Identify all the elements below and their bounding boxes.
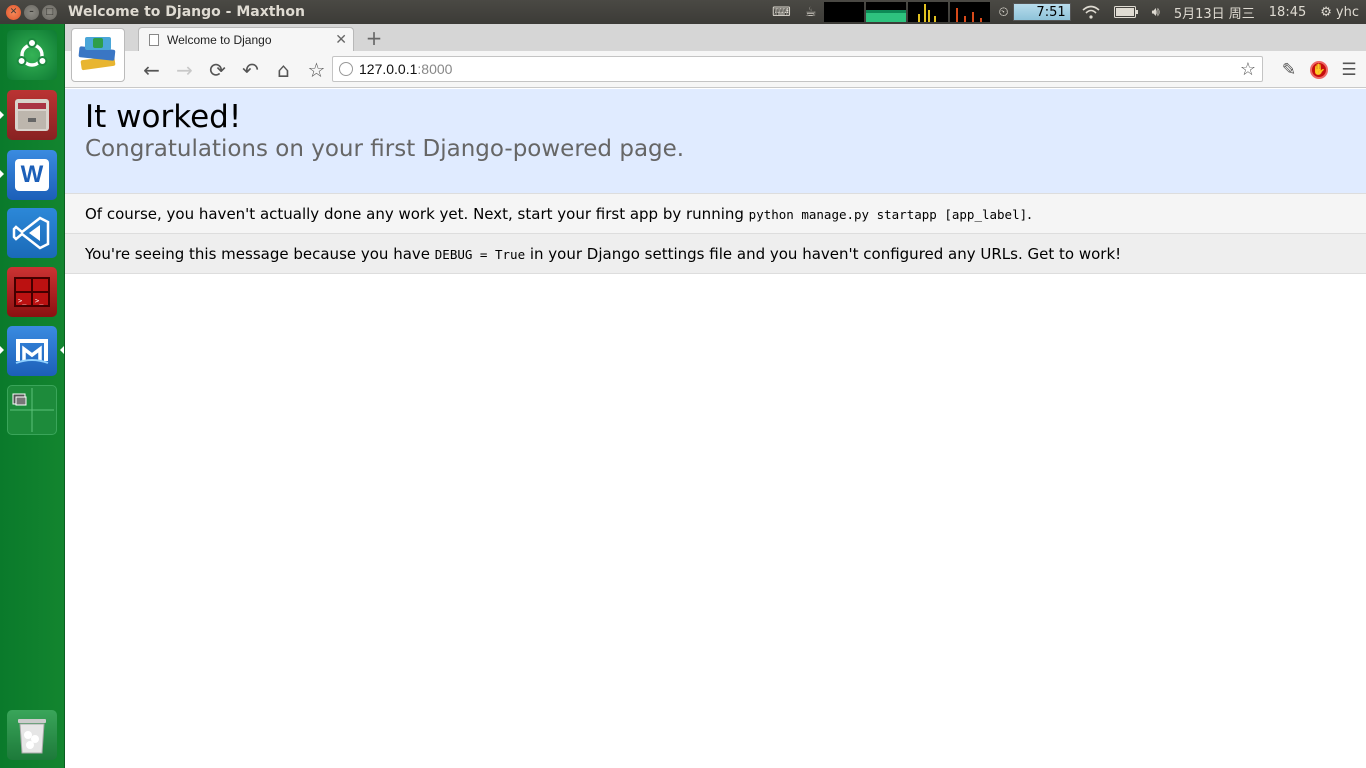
terminator-icon[interactable]: >_ >_	[7, 267, 57, 317]
running-indicator	[0, 346, 4, 354]
nav-buttons: ← → ⟳ ↶ ⌂ ☆	[135, 51, 333, 88]
cpu-monitor-graph[interactable]	[824, 2, 865, 22]
instructions-message: Of course, you haven't actually done any…	[65, 194, 1366, 234]
files-icon[interactable]	[7, 90, 57, 140]
page-heading: It worked!	[85, 99, 242, 135]
visual-studio-code-icon[interactable]	[7, 208, 57, 258]
page-icon	[149, 33, 159, 46]
tab-title: Welcome to Django	[167, 32, 272, 47]
navigation-toolbar: ← → ⟳ ↶ ⌂ ☆ 127.0.0.1 :8000 ☆ ✎ ✋ ☰	[65, 51, 1366, 88]
page-content: It worked! Congratulations on your first…	[65, 89, 1366, 768]
bookmark-star-icon[interactable]: ☆	[1240, 59, 1256, 80]
battery-icon[interactable]	[1113, 6, 1138, 18]
wifi-icon[interactable]	[1082, 5, 1100, 19]
session-menu[interactable]: ⚙ yhc	[1320, 5, 1359, 20]
favorites-star-icon[interactable]: ☆	[300, 55, 333, 85]
instructions-text: Of course, you haven't actually done any…	[85, 205, 749, 223]
minimize-window-button[interactable]: –	[24, 4, 39, 20]
menu-hamburger-icon[interactable]: ☰	[1338, 59, 1360, 81]
startapp-command: python manage.py startapp [app_label]	[748, 207, 1028, 222]
volume-icon[interactable]: 🔊︎	[1152, 5, 1160, 20]
explanation-text-a: You're seeing this message because you h…	[85, 245, 435, 263]
explanation-message: You're seeing this message because you h…	[65, 234, 1366, 274]
timer-value: 7:51	[1012, 3, 1071, 21]
date-label[interactable]: 5月13日 周三	[1174, 3, 1255, 22]
undo-close-tab-icon[interactable]: ↶	[234, 55, 267, 85]
disk-monitor-graph[interactable]	[950, 2, 991, 22]
home-icon[interactable]: ⌂	[267, 55, 300, 85]
top-panel: ✕ – □ Welcome to Django - Maxthon ⌨ ☕ ⏲ …	[0, 0, 1366, 24]
system-tray: ⌨ ☕ ⏲ 7:51 🔊︎ 5月13日 周三 18:45 ⚙ yhc	[765, 0, 1366, 24]
running-indicator	[0, 111, 4, 119]
timer-indicator[interactable]: ⏲ 7:51	[998, 3, 1071, 21]
forward-arrow-icon[interactable]: →	[168, 55, 201, 85]
timer-icon: ⏲	[998, 4, 1009, 20]
tab-strip: Welcome to Django ✕ +	[65, 24, 1366, 82]
network-monitor-graph[interactable]	[908, 2, 949, 22]
window-controls: ✕ – □	[0, 4, 68, 20]
reload-icon[interactable]: ⟳	[201, 55, 234, 85]
trash-icon[interactable]	[7, 710, 57, 760]
gear-icon: ⚙	[1320, 4, 1332, 20]
close-window-button[interactable]: ✕	[6, 4, 21, 20]
globe-icon	[339, 62, 353, 76]
svg-text:>_: >_	[18, 297, 27, 305]
explanation-text-b: in your Django settings file and you hav…	[525, 245, 1122, 263]
page-subheading: Congratulations on your first Django-pow…	[85, 136, 685, 162]
clock-label[interactable]: 18:45	[1269, 5, 1306, 20]
svg-text:>_: >_	[35, 297, 44, 305]
ubuntu-dash-icon[interactable]	[7, 30, 57, 80]
maxthon-icon[interactable]	[7, 326, 57, 376]
address-port: :8000	[417, 61, 453, 77]
maxthon-browser-window: Welcome to Django ✕ + ← → ⟳ ↶ ⌂ ☆ 127.0.…	[65, 24, 1366, 768]
address-host: 127.0.0.1	[359, 61, 418, 77]
workspace-switcher-icon[interactable]	[7, 385, 57, 435]
new-tab-button[interactable]: +	[363, 26, 385, 50]
tab-close-icon[interactable]: ✕	[335, 31, 347, 48]
instructions-end: .	[1027, 205, 1032, 223]
adblock-icon[interactable]: ✋	[1310, 60, 1328, 79]
window-title: Welcome to Django - Maxthon	[68, 4, 305, 20]
tab-welcome-to-django[interactable]: Welcome to Django ✕	[138, 27, 354, 51]
keyboard-icon[interactable]: ⌨	[772, 5, 791, 20]
focused-indicator	[60, 346, 64, 354]
debug-setting: DEBUG = True	[434, 247, 526, 262]
maxthon-logo-button[interactable]	[71, 28, 125, 82]
username-label: yhc	[1335, 4, 1359, 20]
memory-monitor-graph[interactable]	[866, 2, 907, 22]
tools-wrench-icon[interactable]: ✎	[1278, 59, 1300, 81]
maximize-window-button[interactable]: □	[42, 4, 57, 20]
right-toolbar: ✎ ✋ ☰	[1278, 51, 1360, 88]
unity-launcher: W >_ >_	[0, 24, 65, 768]
running-indicator	[0, 170, 4, 178]
address-bar[interactable]: 127.0.0.1 :8000 ☆	[332, 56, 1263, 82]
summary-section: It worked! Congratulations on your first…	[65, 89, 1366, 194]
caffeine-icon[interactable]: ☕	[805, 5, 817, 20]
back-arrow-icon[interactable]: ←	[135, 55, 168, 85]
wps-writer-icon[interactable]: W	[7, 150, 57, 200]
